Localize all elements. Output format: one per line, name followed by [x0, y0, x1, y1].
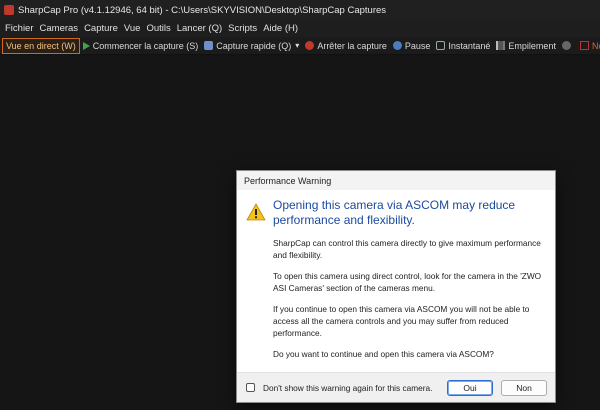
capture-toolbar: Vue en direct (W) Commencer la capture (…: [0, 37, 600, 55]
pause-label: Pause: [404, 40, 431, 51]
dont-show-again-checkbox[interactable]: [246, 383, 255, 392]
pause-button[interactable]: Pause: [390, 38, 434, 54]
chevron-down-icon[interactable]: ▾: [295, 41, 299, 50]
live-view-label: Vue en direct (W): [6, 40, 76, 51]
camera-icon: [204, 41, 214, 50]
snapshot-icon: [436, 41, 446, 50]
snapshot-label: Instantané: [448, 40, 491, 51]
start-capture-button[interactable]: Commencer la capture (S): [80, 38, 202, 54]
stack-icon: [496, 41, 506, 50]
record-indicator[interactable]: [559, 38, 577, 54]
warning-icon: [246, 203, 266, 221]
menu-lancer[interactable]: Lancer (Q): [174, 23, 225, 34]
dialog-paragraph: To open this camera using direct control…: [273, 271, 542, 293]
menu-fichier[interactable]: Fichier: [2, 23, 37, 34]
oui-button[interactable]: Oui: [447, 379, 493, 396]
dialog-footer: Don't show this warning again for this c…: [237, 372, 555, 402]
menu-bar: Fichier Cameras Capture Vue Outils Lance…: [0, 20, 600, 37]
dialog-headline: Opening this camera via ASCOM may reduce…: [273, 198, 516, 227]
circle-icon: [561, 41, 571, 50]
sharpcap-app-icon: [4, 5, 14, 15]
menu-outils[interactable]: Outils: [143, 23, 173, 34]
play-icon: [82, 41, 90, 50]
menu-cameras[interactable]: Cameras: [37, 23, 82, 34]
menu-capture[interactable]: Capture: [81, 23, 121, 34]
stacking-button[interactable]: Empilement: [493, 38, 559, 54]
dialog-title-bar: Performance Warning: [237, 171, 555, 190]
performance-warning-dialog: Performance Warning Opening this camera …: [236, 170, 556, 403]
window-title: SharpCap Pro (v4.1.12946, 64 bit) - C:\U…: [18, 4, 387, 16]
live-view-button[interactable]: Vue en direct (W): [2, 37, 80, 54]
pause-icon: [392, 41, 402, 50]
dialog-paragraph: SharpCap can control this camera directl…: [273, 238, 541, 260]
stacking-label: Empilement: [508, 40, 556, 51]
stop-capture-label: Arrêter la capture: [317, 40, 387, 51]
stop-capture-button[interactable]: Arrêter la capture: [302, 38, 390, 54]
target-name-button[interactable]: Nom de la cible: [577, 38, 600, 54]
title-bar: SharpCap Pro (v4.1.12946, 64 bit) - C:\U…: [0, 0, 600, 20]
target-icon: [579, 41, 589, 50]
quick-capture-button[interactable]: Capture rapide (Q): [201, 38, 294, 54]
dialog-title: Performance Warning: [244, 175, 332, 186]
dialog-paragraph: If you continue to open this camera via …: [273, 304, 530, 338]
snapshot-button[interactable]: Instantané: [433, 38, 493, 54]
target-name-label: Nom de la cible: [591, 40, 600, 51]
start-capture-label: Commencer la capture (S): [92, 40, 199, 51]
menu-aide[interactable]: Aide (H): [260, 23, 301, 34]
dialog-question: Do you want to continue and open this ca…: [273, 349, 494, 359]
menu-vue[interactable]: Vue: [121, 23, 144, 34]
menu-scripts[interactable]: Scripts: [225, 23, 260, 34]
quick-capture-label: Capture rapide (Q): [216, 40, 292, 51]
non-button[interactable]: Non: [501, 379, 547, 396]
dont-show-again-label[interactable]: Don't show this warning again for this c…: [263, 383, 439, 393]
dialog-body: Opening this camera via ASCOM may reduce…: [237, 190, 555, 372]
stop-icon: [305, 41, 315, 50]
